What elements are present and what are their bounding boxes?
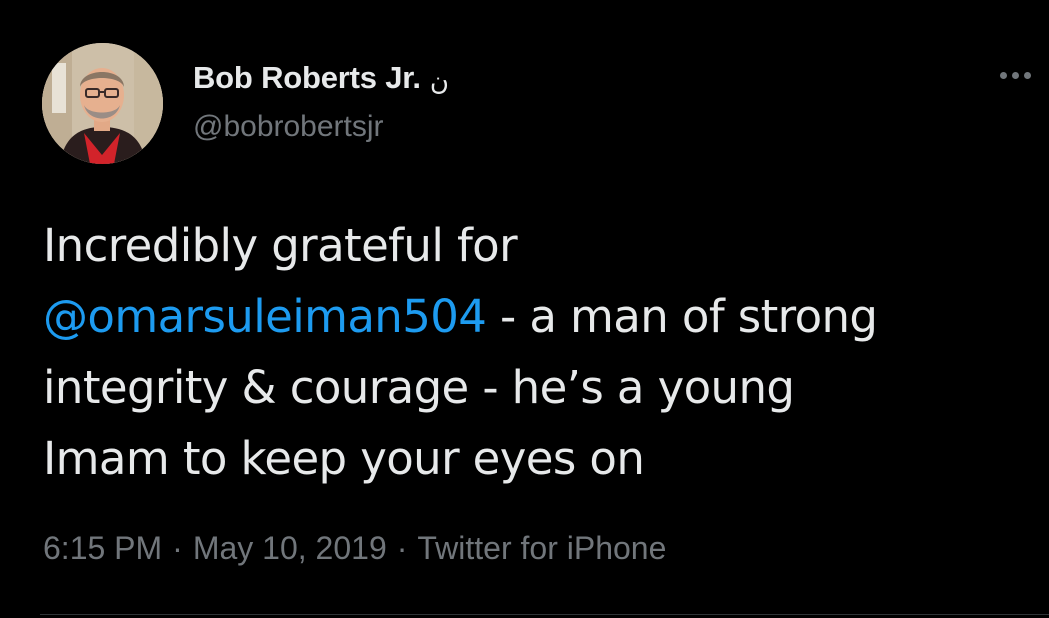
meta-separator: · (172, 530, 183, 566)
more-horizontal-icon (999, 71, 1031, 79)
more-options-button[interactable] (993, 64, 1037, 86)
author-name-glyph: ن (429, 67, 449, 97)
tweet-text-line: @omarsuleiman504 - a man of strong (43, 281, 1033, 352)
tweet-text-line: integrity & courage - he’s a young (43, 361, 795, 414)
meta-separator: · (396, 530, 408, 566)
avatar[interactable] (42, 43, 163, 164)
mention-link[interactable]: @omarsuleiman504 (43, 290, 487, 343)
tweet-text-line: Imam to keep your eyes on (43, 432, 645, 485)
tweet-source[interactable]: Twitter for iPhone (417, 530, 666, 566)
tweet-text-line: Incredibly grateful for (43, 219, 518, 272)
tweet-time[interactable]: 6:15 PM (43, 530, 162, 566)
tweet-date[interactable]: May 10, 2019 (193, 530, 387, 566)
author-display-name[interactable]: Bob Roberts Jr. (193, 60, 421, 96)
divider (40, 614, 1049, 615)
tweet-meta: 6:15 PM · May 10, 2019 · Twitter for iPhone (43, 530, 666, 567)
profile-photo-icon (42, 43, 163, 164)
author-name-row[interactable]: Bob Roberts Jr. ن (193, 58, 449, 98)
tweet-card: Bob Roberts Jr. ن @bobrobertsjr Incredib… (0, 0, 1049, 618)
tweet-text-segment: - a man of strong (486, 290, 878, 343)
author-handle[interactable]: @bobrobertsjr (193, 110, 384, 144)
tweet-text: Incredibly grateful for @omarsuleiman504… (43, 210, 1033, 494)
